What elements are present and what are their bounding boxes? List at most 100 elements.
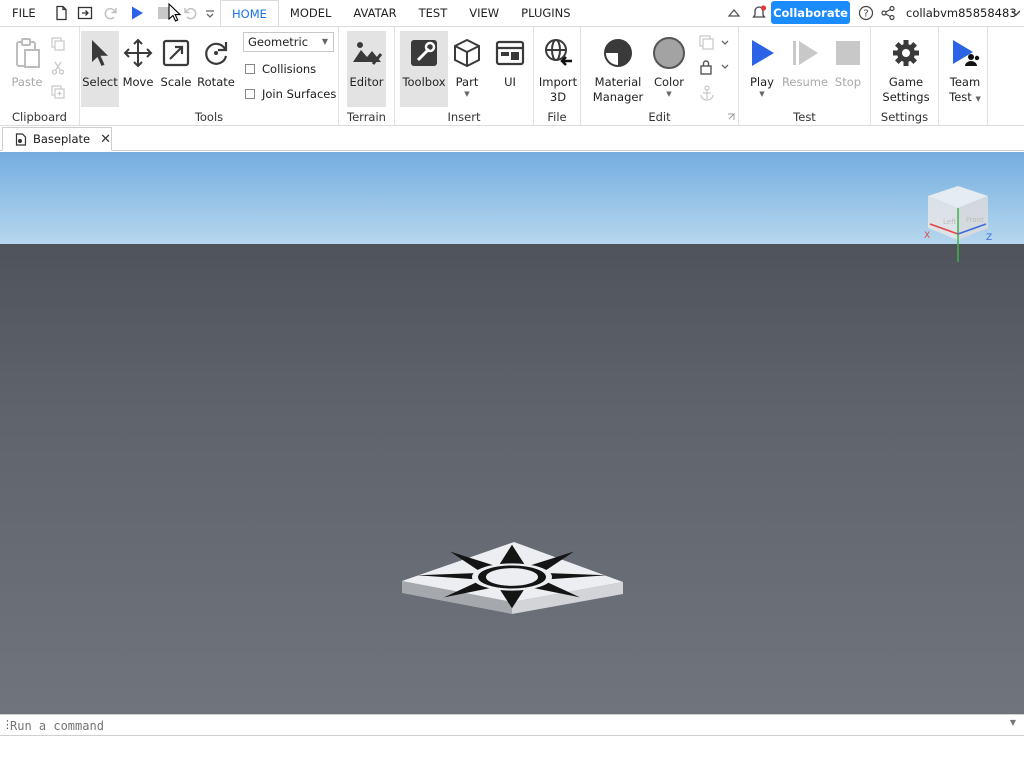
collaborate-button[interactable]: Collaborate [771, 1, 850, 24]
svg-text:X: X [924, 231, 930, 241]
part-button[interactable]: Part ▼ [449, 31, 485, 107]
tab-avatar[interactable]: AVATAR [342, 0, 407, 26]
team-test-label: Team Test ▼ [949, 75, 981, 104]
move-label: Move [122, 75, 154, 89]
share-icon[interactable] [880, 5, 896, 21]
ui-window-icon [492, 35, 528, 71]
join-surfaces-checkbox[interactable]: Join Surfaces [245, 87, 336, 101]
collisions-checkbox[interactable]: Collisions [245, 62, 316, 76]
3d-viewport[interactable]: Left Front X Z [0, 152, 1024, 714]
tools-group-label: Tools [194, 110, 224, 124]
transform-mode-dropdown[interactable]: Geometric ▼ [243, 32, 334, 52]
anchor-icon[interactable] [699, 85, 715, 101]
import-3d-button[interactable]: Import 3D [537, 31, 579, 107]
command-input[interactable] [10, 717, 1010, 735]
scale-icon [158, 35, 194, 71]
clipboard-group-label: Clipboard [12, 110, 67, 124]
tab-view[interactable]: VIEW [458, 0, 510, 26]
username[interactable]: collabvm85858483 [906, 6, 1017, 20]
terrain-editor-button[interactable]: Editor [347, 31, 386, 107]
undo-icon[interactable] [182, 5, 198, 21]
publish-icon[interactable] [77, 5, 93, 21]
tab-model[interactable]: MODEL [279, 0, 343, 26]
user-chevron-icon[interactable] [1008, 5, 1024, 21]
ui-button[interactable]: UI [489, 31, 531, 107]
transform-mode-value: Geometric [248, 35, 309, 49]
select-arrow-icon [82, 35, 118, 71]
ribbon-tabs: HOME MODEL AVATAR TEST VIEW PLUGINS [220, 0, 582, 27]
part-label: Part [455, 75, 479, 89]
new-file-icon[interactable] [53, 5, 69, 21]
duplicate-icon[interactable] [51, 85, 65, 99]
customize-chevron-icon[interactable] [202, 5, 218, 21]
stop-button[interactable]: Stop [829, 31, 867, 107]
join-surfaces-checkbox-box[interactable] [245, 89, 255, 99]
color-button[interactable]: Color ▼ [649, 31, 689, 107]
file-group: Import 3D File [534, 27, 581, 126]
tab-home[interactable]: HOME [220, 0, 279, 27]
paste-button[interactable]: Paste [6, 31, 48, 107]
redo-icon[interactable] [103, 5, 119, 21]
resume-label: Resume [781, 75, 829, 89]
import-3d-label: Import 3D [538, 75, 578, 104]
play-icon-small[interactable] [129, 5, 145, 21]
tab-plugins[interactable]: PLUGINS [510, 0, 581, 26]
scale-label: Scale [160, 75, 192, 89]
play-dropdown-caret-icon[interactable]: ▼ [759, 90, 764, 98]
scale-button[interactable]: Scale [157, 31, 195, 107]
insert-group: Toolbox Part ▼ UI Insert [395, 27, 534, 126]
collisions-checkbox-box[interactable] [245, 64, 255, 74]
file-group-label: File [547, 110, 567, 124]
help-icon[interactable]: ? [858, 5, 874, 21]
terrain-group-label: Terrain [347, 110, 386, 124]
clipboard-group: Paste Clipboard [0, 27, 80, 126]
cut-icon[interactable] [51, 61, 65, 75]
stop-icon [830, 35, 866, 71]
paste-icon [9, 35, 45, 71]
tab-test[interactable]: TEST [408, 0, 459, 26]
play-button[interactable]: Play ▼ [742, 31, 782, 107]
group-icon[interactable] [699, 35, 729, 51]
resume-button[interactable]: Resume [781, 31, 829, 107]
close-tab-icon[interactable]: ✕ [100, 132, 111, 147]
svg-text:Front: Front [966, 216, 984, 224]
svg-text:?: ? [863, 9, 868, 20]
collapse-ribbon-icon[interactable] [726, 5, 742, 21]
terrain-group: Editor Terrain [339, 27, 395, 126]
paste-label: Paste [11, 75, 43, 89]
rotate-button[interactable]: Rotate [196, 31, 236, 107]
select-button[interactable]: Select [81, 31, 119, 107]
color-dropdown-caret-icon[interactable]: ▼ [666, 90, 671, 98]
stop-label: Stop [834, 75, 862, 89]
insert-group-label: Insert [447, 110, 481, 124]
collisions-label: Collisions [262, 62, 317, 76]
svg-text:Left: Left [943, 218, 956, 226]
game-settings-button[interactable]: Game Settings [881, 31, 931, 107]
ribbon: Paste Clipboard Select Move Scale Rotate… [0, 26, 1024, 126]
edit-group: Material Manager Color ▼ Edit [581, 27, 739, 126]
settings-group: Game Settings Settings [871, 27, 939, 126]
document-tab-baseplate[interactable]: Baseplate ✕ [2, 127, 112, 151]
join-surfaces-label: Join Surfaces [262, 87, 337, 101]
material-manager-button[interactable]: Material Manager [593, 31, 643, 107]
part-dropdown-caret-icon[interactable]: ▼ [464, 90, 469, 98]
notification-bell-icon[interactable] [751, 5, 767, 21]
team-test-button[interactable]: Team Test ▼ [943, 31, 987, 107]
document-tab-title: Baseplate [32, 132, 91, 146]
menu-bar: FILE HOME MODEL AVATAR TEST VIEW PLUGINS… [0, 0, 1024, 27]
game-settings-label: Game Settings [882, 75, 930, 104]
copy-icon[interactable] [51, 37, 65, 51]
command-history-dropdown-icon[interactable]: ▼ [1010, 718, 1016, 727]
test-group: Play ▼ Resume Stop Test [739, 27, 871, 126]
document-tab-strip: Baseplate ✕ [0, 127, 1024, 151]
toolbox-button[interactable]: Toolbox [400, 31, 448, 107]
move-button[interactable]: Move [120, 31, 156, 107]
baseplate-ground [0, 244, 1024, 714]
material-sphere-icon [600, 35, 636, 71]
file-menu[interactable]: FILE [12, 6, 36, 20]
color-label: Color [653, 75, 685, 89]
lock-icon[interactable] [699, 59, 729, 75]
sky [0, 152, 1024, 248]
place-file-icon [15, 132, 27, 146]
gear-icon [888, 35, 924, 71]
